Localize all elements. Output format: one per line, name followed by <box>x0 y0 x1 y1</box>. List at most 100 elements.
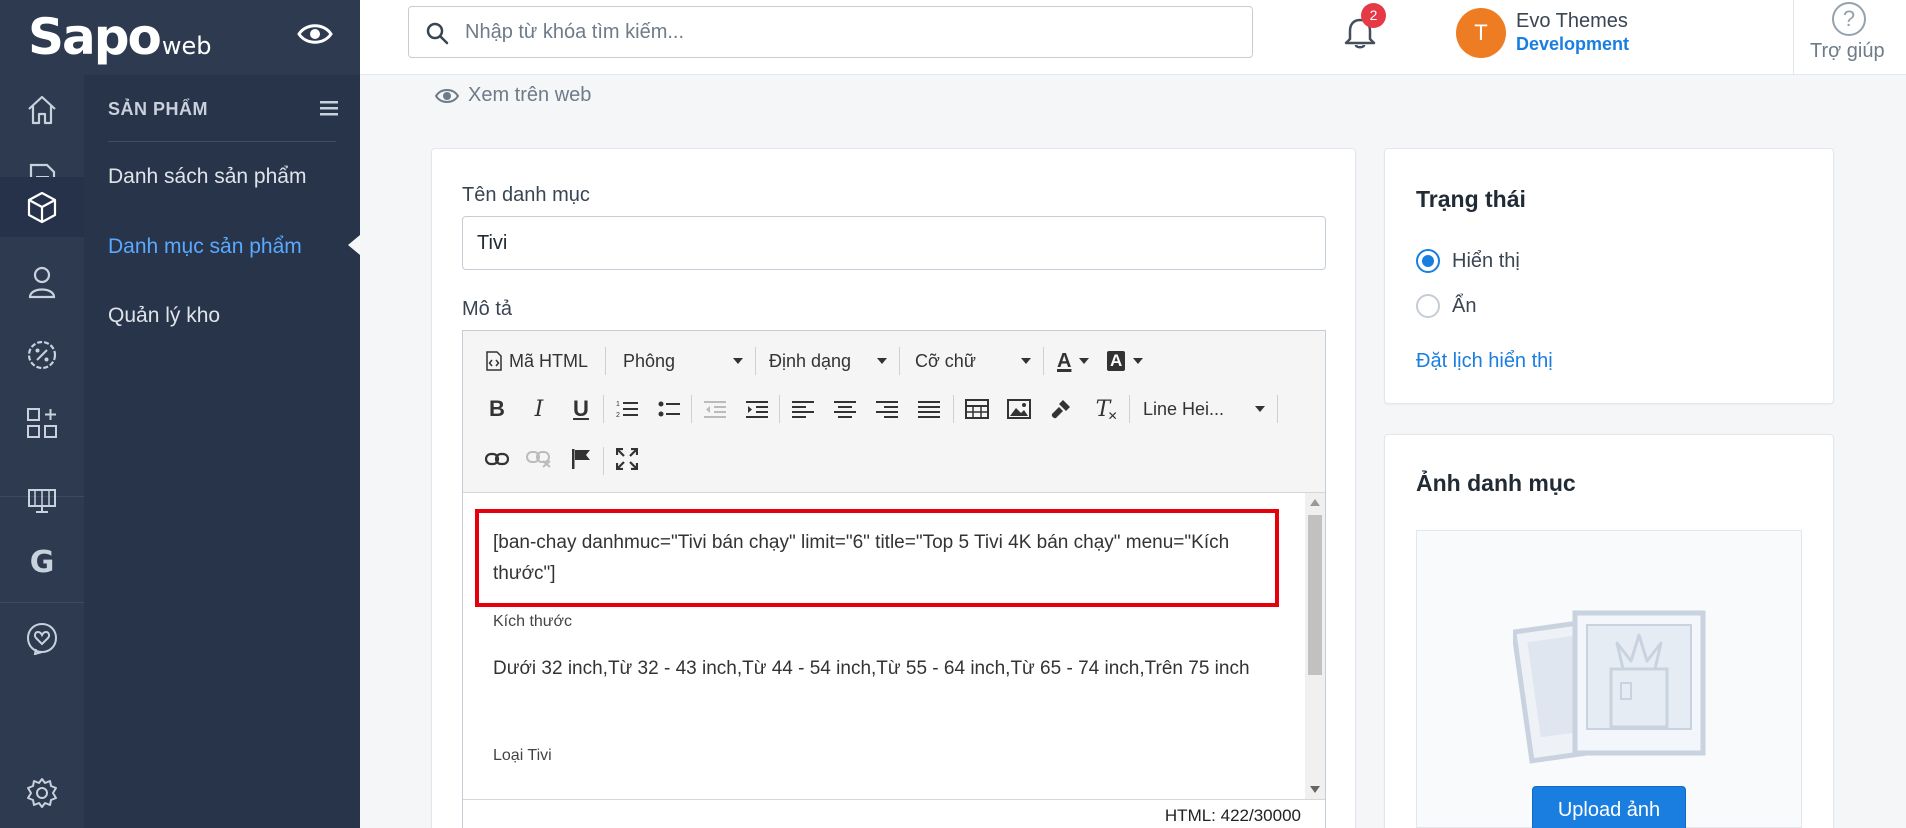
active-caret <box>348 235 360 255</box>
image-icon <box>1007 399 1031 419</box>
radio-hidden-label[interactable]: Ẩn <box>1452 295 1476 318</box>
clear-format-button[interactable]: T ✕ <box>1087 393 1119 425</box>
align-right-button[interactable] <box>871 393 903 425</box>
align-center-icon <box>834 401 856 418</box>
rail-store[interactable] <box>0 466 84 536</box>
scroll-down-icon[interactable] <box>1310 786 1320 793</box>
scroll-thumb[interactable] <box>1308 515 1322 675</box>
subnav-item-product-categories[interactable]: Danh mục sản phẩm <box>108 235 302 259</box>
apps-icon <box>27 408 57 438</box>
flag-icon <box>572 449 590 469</box>
chevron-down-icon <box>733 358 743 364</box>
products-subnav: SẢN PHẨM Danh sách sản phẩm Danh mục sản… <box>84 75 360 828</box>
align-left-button[interactable] <box>787 393 819 425</box>
view-on-web-link[interactable]: Xem trên web <box>434 84 591 107</box>
align-right-icon <box>876 401 898 418</box>
underline-button[interactable]: U <box>565 393 597 425</box>
format-label: Định dạng <box>769 350 852 371</box>
rail-discounts[interactable] <box>0 320 84 390</box>
font-color-icon: A <box>1057 349 1072 372</box>
category-name-input[interactable]: Tivi <box>462 216 1326 270</box>
search-box[interactable] <box>408 6 1253 58</box>
description-label: Mô tả <box>462 298 513 320</box>
indent-button[interactable] <box>741 393 773 425</box>
paint-brush-icon <box>1051 400 1070 419</box>
store-icon <box>28 489 56 513</box>
chevron-down-icon <box>1133 358 1144 364</box>
scroll-up-icon[interactable] <box>1310 499 1320 506</box>
upload-image-button[interactable]: Upload ảnh <box>1532 786 1686 828</box>
unlink-icon <box>526 451 551 468</box>
editor-scrollbar[interactable] <box>1305 493 1325 799</box>
table-icon <box>965 399 989 419</box>
ordered-list-icon: 12 <box>616 401 638 419</box>
html-code-icon <box>486 351 502 371</box>
editor-content[interactable]: [ban-chay danhmuc="Tivi bán chạy" limit=… <box>463 493 1305 799</box>
search-input[interactable] <box>465 17 1225 47</box>
image-dropzone[interactable] <box>1416 530 1802 828</box>
bold-button[interactable]: B <box>481 393 513 425</box>
user-name[interactable]: Evo Themes <box>1516 10 1628 33</box>
unlink-button[interactable] <box>523 443 555 475</box>
help-icon: ? <box>1832 2 1866 36</box>
bullet-list-button[interactable] <box>653 393 685 425</box>
rail-home[interactable] <box>0 75 84 145</box>
background-color-button[interactable]: A <box>1107 343 1144 379</box>
hamburger-menu-icon[interactable] <box>320 100 338 116</box>
font-size-select[interactable]: Cỡ chữ <box>915 343 1031 379</box>
help-button[interactable]: ? Trợ giúp <box>1793 0 1906 75</box>
svg-text:1: 1 <box>616 401 620 408</box>
discount-icon <box>27 340 57 370</box>
subnav-heading: SẢN PHẨM <box>108 99 209 119</box>
subnav-item-product-list[interactable]: Danh sách sản phẩm <box>108 165 306 189</box>
help-label: Trợ giúp <box>1810 40 1885 62</box>
rail-customers[interactable] <box>0 247 84 317</box>
align-center-button[interactable] <box>829 393 861 425</box>
editor-toolbar: Mã HTML Phông Định dạng Cỡ chữ A A B I U… <box>463 331 1325 493</box>
rail-apps[interactable] <box>0 388 84 458</box>
home-icon <box>28 95 56 125</box>
clear-format-icon: T ✕ <box>1095 396 1118 423</box>
line-height-select[interactable]: Line Hei... <box>1143 391 1265 427</box>
insert-image-button[interactable] <box>1003 393 1035 425</box>
image-card-title: Ảnh danh mục <box>1416 470 1576 496</box>
font-color-button[interactable]: A <box>1057 343 1090 379</box>
customer-icon <box>28 266 56 299</box>
html-source-button[interactable]: Mã HTML <box>485 343 588 379</box>
format-select[interactable]: Định dạng <box>769 343 887 379</box>
logo-text: Sapo <box>28 8 162 66</box>
font-family-select[interactable]: Phông <box>623 343 743 379</box>
box-icon <box>27 191 57 224</box>
avatar[interactable]: T <box>1456 8 1506 58</box>
fullscreen-button[interactable] <box>611 443 643 475</box>
shortcode-text: [ban-chay danhmuc="Tivi bán chạy" limit=… <box>493 532 1230 584</box>
fullscreen-icon <box>616 448 638 470</box>
format-painter-button[interactable] <box>1045 393 1077 425</box>
chevron-down-icon <box>1079 358 1090 364</box>
subnav-item-inventory[interactable]: Quản lý kho <box>108 304 220 328</box>
italic-button[interactable]: I <box>523 393 555 425</box>
align-justify-icon <box>918 401 940 418</box>
user-role: Development <box>1516 34 1630 54</box>
radio-hidden[interactable] <box>1416 294 1440 318</box>
rail-settings[interactable] <box>0 758 84 828</box>
view-on-web-label: Xem trên web <box>468 84 592 106</box>
anchor-button[interactable] <box>565 443 597 475</box>
svg-text:2: 2 <box>616 412 620 419</box>
outdent-button[interactable] <box>699 393 731 425</box>
schedule-display-link[interactable]: Đặt lịch hiển thị <box>1416 350 1553 373</box>
ordered-list-button[interactable]: 12 <box>611 393 643 425</box>
icon-rail: G <box>0 75 84 828</box>
insert-table-button[interactable] <box>961 393 993 425</box>
radio-visible[interactable] <box>1416 249 1440 273</box>
insert-link-button[interactable] <box>481 443 513 475</box>
rail-products[interactable] <box>0 177 84 237</box>
radio-visible-label[interactable]: Hiển thị <box>1452 250 1520 273</box>
sapo-logo[interactable]: Sapoweb <box>28 8 212 66</box>
eye-icon[interactable] <box>296 20 334 48</box>
justify-button[interactable] <box>913 393 945 425</box>
rich-text-editor: Mã HTML Phông Định dạng Cỡ chữ A A B I U… <box>462 330 1326 828</box>
category-name-label: Tên danh mục <box>462 184 590 206</box>
rail-support[interactable] <box>0 603 84 673</box>
rail-google[interactable]: G <box>0 527 84 597</box>
